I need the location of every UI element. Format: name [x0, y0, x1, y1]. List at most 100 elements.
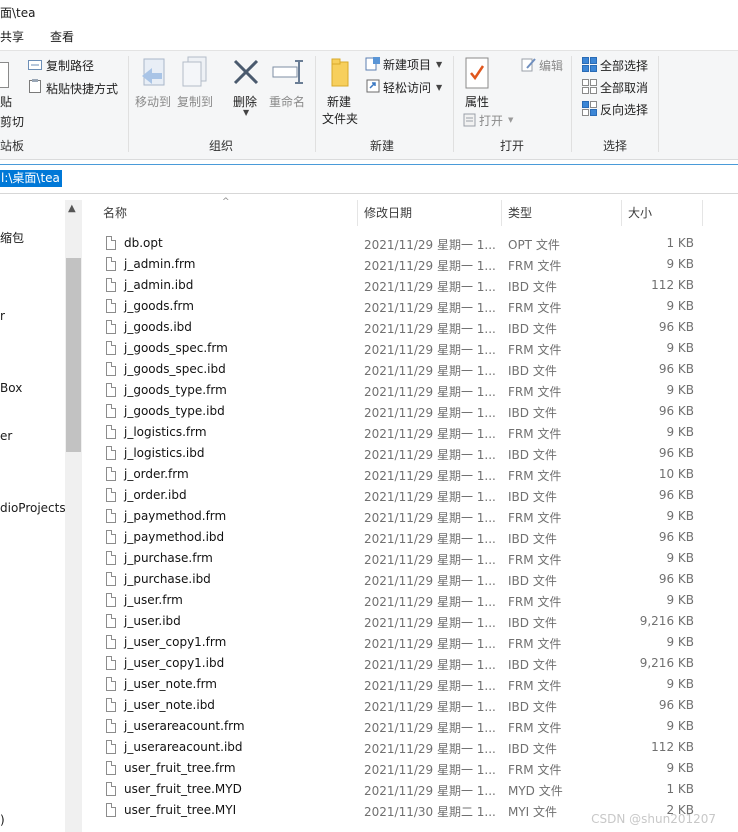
file-date: 2021/11/29 星期一 1... [364, 637, 496, 651]
file-date: 2021/11/29 星期一 1... [364, 700, 496, 714]
file-size: 9 KB [666, 383, 694, 397]
column-divider[interactable] [357, 200, 358, 226]
file-row[interactable]: j_goods.frm 2021/11/29 星期一 1... FRM 文件 9 KB [100, 297, 710, 318]
menu-share[interactable]: 共享 [0, 28, 24, 45]
file-icon [106, 425, 116, 439]
new-group-label: 新建 [370, 139, 395, 153]
file-name: user_fruit_tree.frm [124, 761, 236, 775]
file-type: FRM 文件 [508, 469, 562, 483]
file-icon [106, 530, 116, 544]
paste-shortcut-button[interactable]: 粘贴快捷方式 [46, 80, 118, 97]
file-type: IBD 文件 [508, 322, 557, 336]
file-row[interactable]: j_goods_type.ibd 2021/11/29 星期一 1... IBD 文… [100, 402, 710, 423]
file-icon [106, 698, 116, 712]
window-title: 面\tea [0, 6, 36, 20]
menu-view[interactable]: 查看 [50, 28, 74, 45]
clipboard-group-label: 站板 [0, 139, 25, 153]
new-folder-icon [330, 58, 350, 88]
file-row[interactable]: j_user.ibd 2021/11/29 星期一 1... IBD 文件 9,216… [100, 612, 710, 633]
file-row[interactable]: j_goods_spec.frm 2021/11/29 星期一 1... FRM 文… [100, 339, 710, 360]
column-header-size[interactable]: 大小 [628, 204, 652, 221]
file-row[interactable]: j_purchase.frm 2021/11/29 星期一 1... FRM 文件 9… [100, 549, 710, 570]
select-none-button[interactable]: 全部取消 [600, 79, 648, 96]
invert-selection-button[interactable]: 反向选择 [600, 101, 648, 118]
ribbon-separator [128, 56, 129, 152]
file-date: 2021/11/29 星期一 1... [364, 469, 496, 483]
properties-button[interactable]: 属性 [465, 93, 489, 110]
copy-to-button[interactable]: 复制到 [177, 93, 213, 110]
select-none-icon [582, 79, 597, 94]
paste-button-label[interactable]: 贴 [0, 93, 12, 110]
file-name: j_admin.frm [124, 257, 196, 271]
file-row[interactable]: j_admin.frm 2021/11/29 星期一 1... FRM 文件 9 KB [100, 255, 710, 276]
organize-group-label: 组织 [209, 139, 234, 153]
file-date: 2021/11/29 星期一 1... [364, 343, 496, 357]
easy-access-icon [366, 79, 380, 93]
nav-item[interactable]: dioProjects [0, 501, 66, 515]
file-row[interactable]: j_purchase.ibd 2021/11/29 星期一 1... IBD 文件 9… [100, 570, 710, 591]
move-to-button[interactable]: 移动到 [135, 93, 171, 110]
nav-item[interactable]: r [0, 309, 5, 323]
file-date: 2021/11/29 星期一 1... [364, 238, 496, 252]
file-row[interactable]: user_fruit_tree.MYD 2021/11/29 星期一 1... MY… [100, 780, 710, 801]
file-row[interactable]: j_order.ibd 2021/11/29 星期一 1... IBD 文件 96 K… [100, 486, 710, 507]
file-row[interactable]: j_user_note.ibd 2021/11/29 星期一 1... IBD 文件… [100, 696, 710, 717]
nav-item[interactable]: ) [0, 813, 5, 827]
file-row[interactable]: j_user_copy1.ibd 2021/11/29 星期一 1... IBD 文… [100, 654, 710, 675]
address-input[interactable]: l:\桌面\tea [0, 170, 62, 187]
file-size: 96 KB [658, 530, 694, 544]
nav-item[interactable]: 缩包 [0, 229, 24, 246]
nav-item[interactable]: Box [0, 381, 22, 395]
file-date: 2021/11/29 星期一 1... [364, 742, 496, 756]
nav-scrollbar-thumb[interactable] [66, 258, 81, 452]
easy-access-button[interactable]: 轻松访问 [383, 79, 431, 96]
select-all-button[interactable]: 全部选择 [600, 57, 648, 74]
file-row[interactable]: user_fruit_tree.frm 2021/11/29 星期一 1... FR… [100, 759, 710, 780]
column-divider[interactable] [702, 200, 703, 226]
column-divider[interactable] [501, 200, 502, 226]
file-row[interactable]: j_paymethod.frm 2021/11/29 星期一 1... FRM 文件… [100, 507, 710, 528]
file-row[interactable]: j_user_copy1.frm 2021/11/29 星期一 1... FRM 文… [100, 633, 710, 654]
file-size: 96 KB [658, 488, 694, 502]
cut-button-label[interactable]: 剪切 [0, 113, 24, 130]
file-date: 2021/11/29 星期一 1... [364, 763, 496, 777]
rename-button[interactable]: 重命名 [269, 93, 305, 110]
address-bar[interactable] [0, 164, 738, 194]
file-row[interactable]: j_logistics.ibd 2021/11/29 星期一 1... IBD 文件… [100, 444, 710, 465]
copy-path-button[interactable]: 复制路径 [46, 57, 94, 74]
file-size: 9,216 KB [639, 614, 694, 628]
file-name: j_logistics.frm [124, 425, 207, 439]
copy-to-icon [180, 56, 210, 90]
scroll-up-icon[interactable]: ▲ [68, 203, 76, 214]
column-divider[interactable] [621, 200, 622, 226]
file-type: IBD 文件 [508, 532, 557, 546]
new-item-button[interactable]: 新建项目 [383, 56, 431, 73]
file-row[interactable]: j_goods_type.frm 2021/11/29 星期一 1... FRM 文… [100, 381, 710, 402]
select-group-label: 选择 [603, 139, 628, 153]
column-header-type[interactable]: 类型 [508, 204, 532, 221]
file-size: 96 KB [658, 320, 694, 334]
nav-item[interactable]: er [0, 429, 12, 443]
file-date: 2021/11/29 星期一 1... [364, 784, 496, 798]
file-row[interactable]: j_order.frm 2021/11/29 星期一 1... FRM 文件 10 K… [100, 465, 710, 486]
column-header-date[interactable]: 修改日期 [364, 204, 412, 221]
file-row[interactable]: j_userareacount.frm 2021/11/29 星期一 1... FR… [100, 717, 710, 738]
edit-button[interactable]: 编辑 [539, 57, 563, 74]
file-row[interactable]: j_paymethod.ibd 2021/11/29 星期一 1... IBD 文件… [100, 528, 710, 549]
open-button[interactable]: 打开 [479, 112, 503, 129]
file-row[interactable]: j_admin.ibd 2021/11/29 星期一 1... IBD 文件 112 … [100, 276, 710, 297]
file-date: 2021/11/29 星期一 1... [364, 301, 496, 315]
copy-path-icon [28, 59, 42, 70]
file-name: j_user_copy1.frm [124, 635, 227, 649]
file-row[interactable]: db.opt 2021/11/29 星期一 1... OPT 文件 1 KB [100, 234, 710, 255]
column-header-name[interactable]: 名称 [103, 204, 127, 221]
file-row[interactable]: j_userareacount.ibd 2021/11/29 星期一 1... IB… [100, 738, 710, 759]
file-row[interactable]: j_user.frm 2021/11/29 星期一 1... FRM 文件 9 KB [100, 591, 710, 612]
file-row[interactable]: j_user_note.frm 2021/11/29 星期一 1... FRM 文件… [100, 675, 710, 696]
file-row[interactable]: j_logistics.frm 2021/11/29 星期一 1... FRM 文件… [100, 423, 710, 444]
file-row[interactable]: j_goods.ibd 2021/11/29 星期一 1... IBD 文件 96 K… [100, 318, 710, 339]
file-name: user_fruit_tree.MYD [124, 782, 242, 796]
file-row[interactable]: j_goods_spec.ibd 2021/11/29 星期一 1... IBD 文… [100, 360, 710, 381]
file-size: 9 KB [666, 593, 694, 607]
new-folder-button[interactable]: 新建 [327, 93, 351, 110]
